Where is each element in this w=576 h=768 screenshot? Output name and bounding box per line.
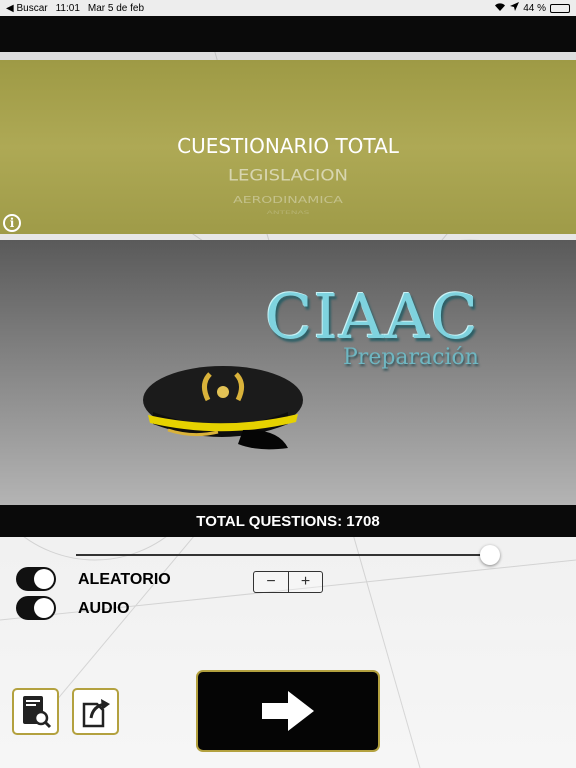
top-black-band xyxy=(0,16,576,52)
picker-item-selected[interactable]: CUESTIONARIO TOTAL xyxy=(0,134,576,158)
increment-button[interactable]: + xyxy=(287,572,322,592)
status-time: 11:01 xyxy=(55,2,80,14)
random-toggle[interactable] xyxy=(16,567,56,591)
total-questions-bar: TOTAL QUESTIONS: 1708 xyxy=(0,505,576,537)
logo-title: CIAAC xyxy=(265,280,479,353)
status-bar: ◀ Buscar 11:01 Mar 5 de feb 44 % xyxy=(0,0,576,16)
audio-toggle[interactable] xyxy=(16,596,56,620)
book-search-icon xyxy=(22,695,51,728)
slider-thumb[interactable] xyxy=(480,545,500,565)
audio-label: AUDIO xyxy=(78,600,130,617)
picker-item[interactable]: AERODINAMICA xyxy=(0,194,576,205)
export-icon xyxy=(82,698,110,727)
info-icon[interactable]: i xyxy=(3,214,21,232)
start-quiz-button[interactable] xyxy=(196,670,380,752)
toggle-knob xyxy=(34,569,54,589)
question-count-slider[interactable] xyxy=(76,544,501,566)
location-icon xyxy=(510,2,520,14)
arrow-right-icon xyxy=(262,691,314,731)
wifi-icon xyxy=(494,2,506,15)
battery-percent: 44 % xyxy=(523,2,546,14)
back-to-app-link[interactable]: ◀ Buscar xyxy=(6,3,48,14)
review-button[interactable] xyxy=(12,688,59,735)
picker-item[interactable]: LEGISLACION xyxy=(0,166,576,185)
picker-item[interactable]: ANTENAS xyxy=(0,211,576,216)
toggle-knob xyxy=(34,598,54,618)
total-questions-label: TOTAL QUESTIONS: 1708 xyxy=(196,512,380,530)
battery-icon xyxy=(550,3,570,13)
random-label: ALEATORIO xyxy=(78,571,171,588)
question-stepper[interactable]: − + xyxy=(253,571,323,593)
export-button[interactable] xyxy=(72,688,119,735)
hero-banner: CIAAC Preparación xyxy=(0,240,576,505)
pilot-cap-icon xyxy=(143,366,303,450)
logo-subtitle: Preparación xyxy=(343,345,479,370)
decrement-button[interactable]: − xyxy=(254,572,288,592)
back-label: Buscar xyxy=(16,2,48,14)
category-picker[interactable]: CUESTIONARIO TOTAL LEGISLACION AERODINAM… xyxy=(0,60,576,234)
status-date: Mar 5 de feb xyxy=(87,2,145,14)
slider-track[interactable] xyxy=(76,554,490,556)
